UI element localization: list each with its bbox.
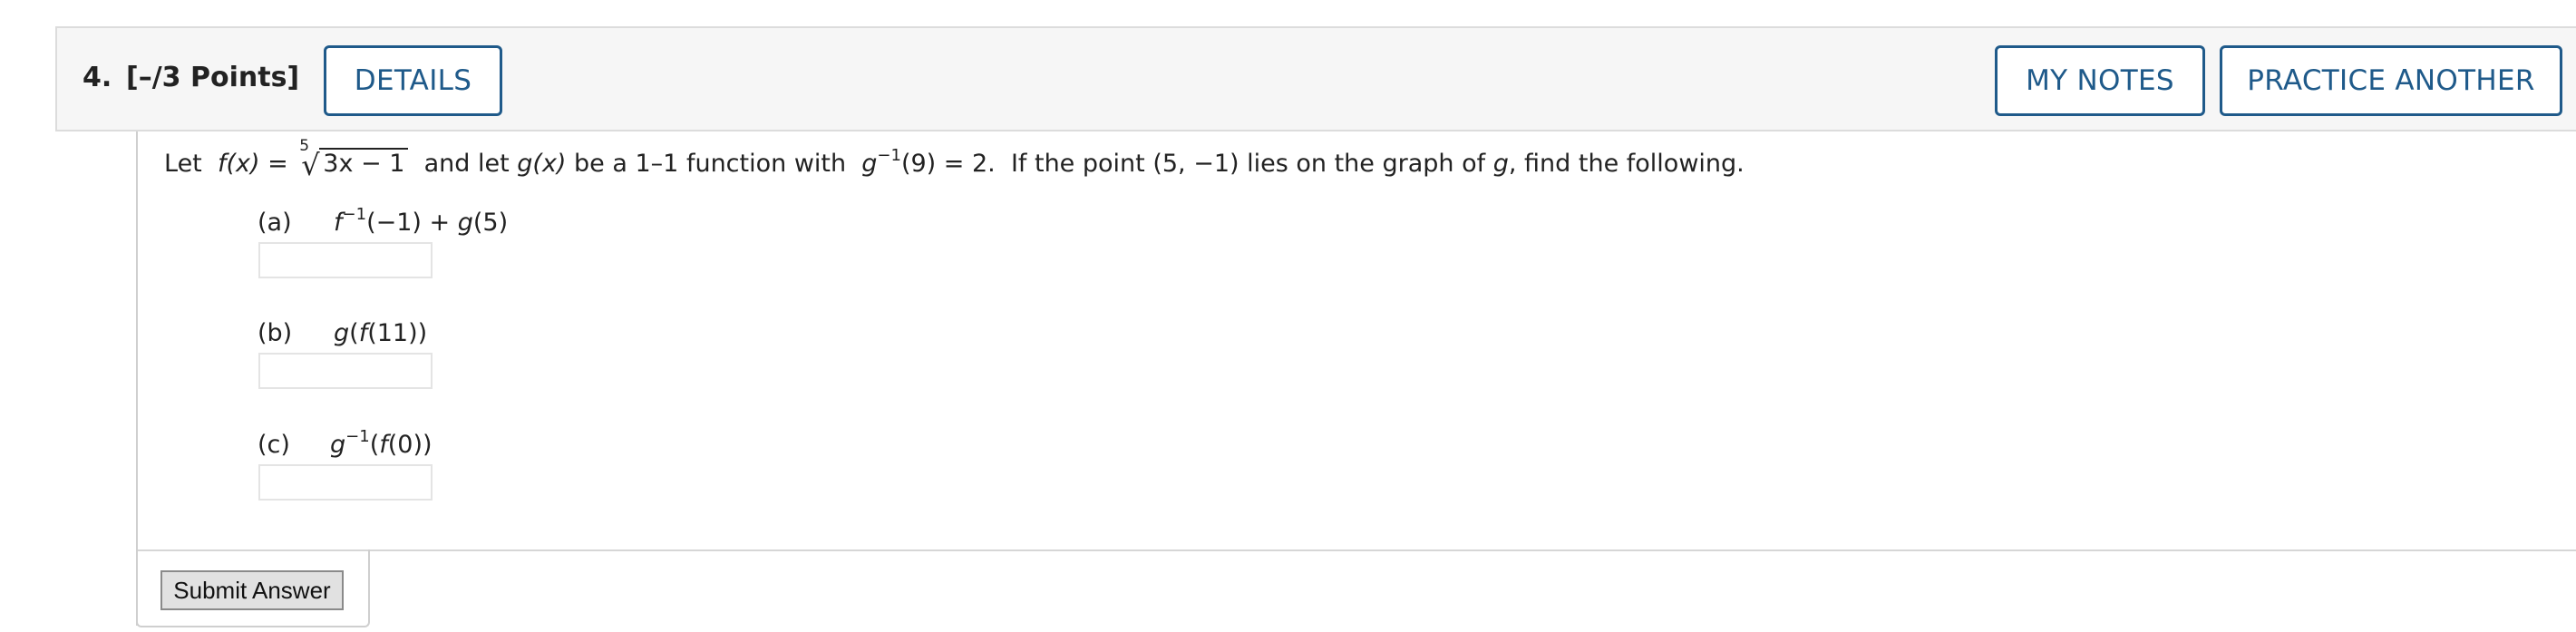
part-b-paren: (: [349, 319, 359, 347]
part-c-answer-input[interactable]: [258, 464, 433, 501]
problem-ginv: g: [861, 150, 878, 178]
part-c-label: (c): [258, 431, 290, 459]
details-button[interactable]: DETAILS: [324, 45, 502, 116]
practice-another-button[interactable]: PRACTICE ANOTHER: [2220, 45, 2562, 116]
problem-and-let: and let: [423, 150, 510, 178]
part-a-rest: (−1) +: [366, 209, 458, 237]
problem-ginv-sup: −1: [877, 146, 901, 165]
part-a-expression: f−1(−1) + g(5): [334, 205, 509, 237]
radicand: 3x − 1: [319, 148, 409, 178]
part-a-rest2: (5): [472, 209, 509, 237]
problem-statement: Let f(x) = 5 √ 3x − 1 and let g(x) be a …: [164, 137, 1745, 182]
part-b-expression: g(f(11)): [334, 319, 427, 347]
question-points: [–/3 Points]: [126, 62, 300, 93]
fifth-root: 5 √ 3x − 1: [296, 137, 409, 182]
part-b-answer-input[interactable]: [258, 353, 433, 389]
problem-let: Let: [164, 150, 202, 178]
part-b-rest: (11)): [367, 319, 428, 347]
radical-sign-icon: √: [301, 148, 320, 182]
part-c-sup: −1: [345, 427, 370, 446]
part-c-expression: g−1(f(0)): [330, 427, 433, 459]
part-c-open: (: [369, 431, 380, 459]
problem-ginv-arg: (9) = 2.: [900, 150, 996, 178]
submit-answer-button[interactable]: Submit Answer: [160, 570, 344, 610]
problem-if-point: If the point (5, −1) lies on the graph o…: [1010, 150, 1486, 178]
part-a-fname: f: [334, 209, 343, 237]
footer-divider: [136, 549, 2576, 551]
problem-g: g: [1492, 150, 1509, 178]
problem-fx: f(x) =: [217, 150, 288, 178]
problem-find: , find the following.: [1508, 150, 1745, 178]
part-a-sup: −1: [342, 205, 367, 224]
part-b-label: (b): [258, 319, 293, 347]
part-c-fname: f: [379, 431, 388, 459]
my-notes-button[interactable]: MY NOTES: [1995, 45, 2205, 116]
part-b-g: g: [334, 319, 350, 347]
part-c-rest: (0)): [387, 431, 433, 459]
part-a-gname: g: [457, 209, 473, 237]
question-body: [136, 131, 2576, 626]
part-b-f: f: [358, 319, 368, 347]
problem-be-a: be a 1–1 function with: [574, 150, 847, 178]
part-c-gname: g: [330, 431, 346, 459]
part-a-label: (a): [258, 209, 292, 237]
question-number: 4.: [83, 62, 112, 93]
problem-gx: g(x): [517, 150, 567, 178]
part-a-answer-input[interactable]: [258, 242, 433, 278]
